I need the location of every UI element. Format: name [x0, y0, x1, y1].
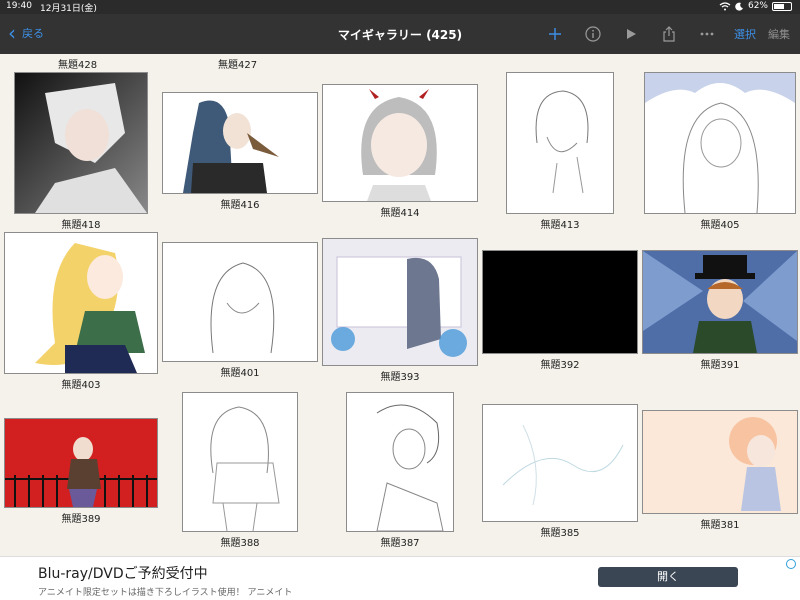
item-title: 無題381	[700, 520, 740, 531]
item-title: 無題416	[220, 200, 260, 211]
item-title: 無題388	[220, 538, 260, 549]
artwork-thumbnail	[506, 72, 614, 214]
ad-subtext: アニメイト限定セットは描き下ろしイラスト使用！ アニメイト	[38, 588, 293, 598]
item-title: 無題387	[380, 538, 420, 549]
item-title: 無題405	[700, 220, 740, 231]
item-title: 無題418	[61, 220, 101, 231]
item-title: 無題401	[220, 368, 260, 379]
status-right: 62%	[719, 1, 792, 11]
item-title: 無題391	[700, 360, 740, 371]
artwork-thumbnail	[182, 392, 298, 532]
item-title: 無題385	[540, 528, 580, 539]
artwork-thumbnail	[4, 232, 158, 374]
moon-icon	[735, 2, 743, 11]
artwork-thumbnail	[162, 92, 318, 194]
item-title: 無題403	[61, 380, 101, 391]
ad-banner[interactable]: Blu-ray/DVDご予約受付中 アニメイト限定セットは描き下ろしイラスト使用…	[0, 556, 800, 600]
artwork-thumbnail	[322, 84, 478, 202]
artwork-thumbnail	[642, 410, 798, 514]
artwork-thumbnail	[322, 238, 478, 366]
item-title: 無題393	[380, 372, 420, 383]
status-date: 12月31日(金)	[40, 4, 97, 14]
ad-choices-icon[interactable]	[786, 559, 796, 569]
artwork-thumbnail	[642, 250, 798, 354]
item-title: 無題392	[540, 360, 580, 371]
gallery-grid: 無題428 無題427 無題418 無題416 無題414 無題413 無題40…	[0, 54, 800, 556]
artwork-thumbnail	[482, 404, 638, 522]
item-title: 無題414	[380, 208, 420, 219]
item-title: 無題389	[61, 514, 101, 525]
status-time: 19:40	[6, 1, 32, 11]
play-icon[interactable]	[612, 22, 650, 46]
edit-button[interactable]: 編集	[768, 26, 790, 42]
artwork-thumbnail	[482, 250, 638, 354]
select-button[interactable]: 選択	[734, 26, 756, 42]
info-icon[interactable]	[574, 22, 612, 46]
plus-icon[interactable]	[536, 22, 574, 46]
artwork-thumbnail	[14, 72, 148, 214]
battery-icon	[772, 1, 792, 11]
artwork-thumbnail	[346, 392, 454, 532]
artwork-thumbnail	[162, 242, 318, 362]
ad-headline[interactable]: Blu-ray/DVDご予約受付中	[38, 563, 208, 583]
item-title: 無題413	[540, 220, 580, 231]
wifi-icon	[719, 1, 731, 10]
ad-open-button[interactable]: 開く	[598, 567, 738, 587]
gallery-label-top-1: 無題428	[58, 60, 98, 71]
status-bar: 19:40 12月31日(金) 62%	[0, 0, 800, 14]
more-icon[interactable]	[688, 22, 726, 46]
toolbar: 選択 編集	[536, 22, 790, 46]
artwork-thumbnail	[644, 72, 796, 214]
navigation-bar: ‹ 戻る マイギャラリー (425) 選択 編集	[0, 14, 800, 54]
artwork-thumbnail	[4, 418, 158, 508]
share-icon[interactable]	[650, 22, 688, 46]
battery-percent: 62%	[747, 1, 768, 11]
gallery-label-top-2: 無題427	[218, 60, 258, 71]
